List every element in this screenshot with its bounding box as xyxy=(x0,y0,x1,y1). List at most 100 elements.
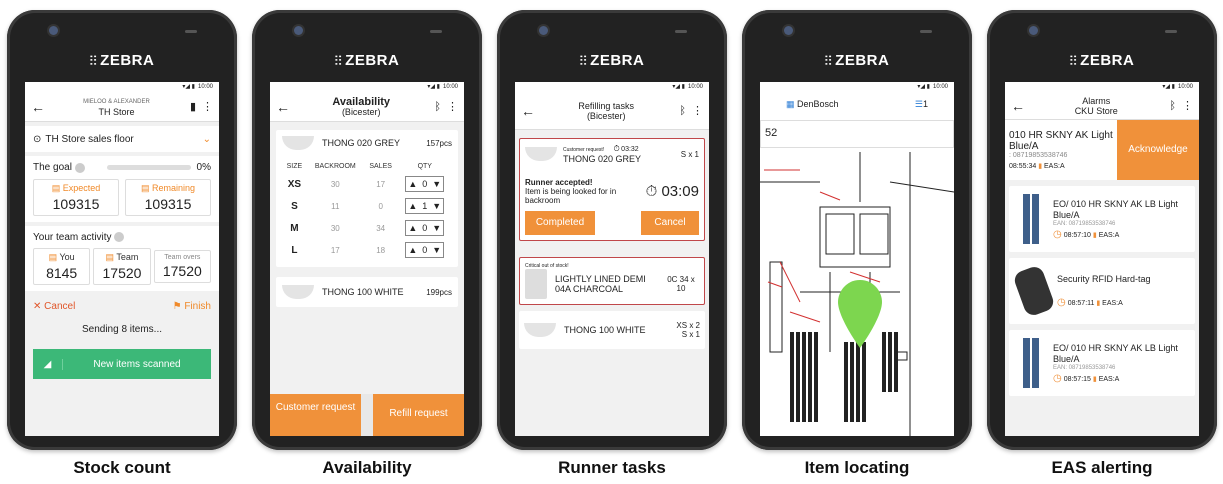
location-pin-icon: ⊙ xyxy=(33,133,42,145)
quantity-stepper[interactable]: ▲ 1 ▼ xyxy=(405,198,445,214)
column-header: QTY xyxy=(417,163,432,170)
quantity-stepper[interactable]: ▲ 0 ▼ xyxy=(405,242,445,258)
product-thumbnail xyxy=(282,136,314,150)
status-bar: ▾◢ ▮ 10:00 xyxy=(515,82,709,92)
you-stat: ▤ You 8145 xyxy=(33,248,91,285)
signal-icon: ◢ xyxy=(33,358,63,370)
sending-status: Sending 8 items... xyxy=(81,324,163,335)
camera xyxy=(1029,26,1038,35)
new-items-scanned-button[interactable]: ◢ New items scanned xyxy=(33,349,211,379)
acknowledge-button[interactable]: Acknowledge xyxy=(1117,120,1199,180)
location-selector[interactable]: ⊙ TH Store sales floor ⌄ xyxy=(25,126,219,152)
location-label: TH Store sales floor xyxy=(45,133,134,145)
quantity-stepper[interactable]: ▲ 0 ▼ xyxy=(405,220,445,236)
jeans-thumbnail xyxy=(1023,194,1039,244)
battery-icon: ▮ xyxy=(189,101,196,113)
caption-item-locating: Item locating xyxy=(804,458,910,477)
back-arrow-icon[interactable]: ← xyxy=(31,99,49,115)
customer-request-button[interactable]: Customer request xyxy=(270,394,361,436)
phone-availability: ⫶⫶ ZEBRA ▾◢ ▮ 10:00 ← Availability (Bicest… xyxy=(252,10,482,450)
completed-button[interactable]: Completed xyxy=(525,211,595,235)
task-product-name: THONG 100 WHITE xyxy=(564,325,646,335)
search-input[interactable]: 52 xyxy=(760,120,954,148)
door-icon: ▮ xyxy=(1090,231,1099,239)
product-name: THONG 100 WHITE xyxy=(322,287,404,297)
list-icon: ▤ xyxy=(140,183,150,193)
refill-request-button[interactable]: Refill request xyxy=(373,394,464,436)
alarm-tag: EAS:A xyxy=(1102,300,1123,307)
list-icon: ▤ xyxy=(48,252,58,262)
back-arrow-icon[interactable]: ← xyxy=(521,103,539,119)
product-card[interactable]: THONG 100 WHITE 199pcs xyxy=(276,277,458,307)
task-card-active[interactable]: Customer request! ⏱ 03:32 THONG 020 GREY… xyxy=(519,138,705,241)
cancel-button[interactable]: Cancel xyxy=(641,211,699,235)
zebra-logo: ⫶⫶ ZEBRA xyxy=(1069,52,1135,69)
alarm-ean: : 08719853538746 xyxy=(1009,152,1068,159)
app-bar: ← Availability (Bicester) ᛒ ⋮ xyxy=(270,92,464,122)
more-menu-icon[interactable]: ⋮ xyxy=(1182,99,1193,112)
camera xyxy=(539,26,548,35)
team-stat: ▤ Team 17520 xyxy=(93,248,151,285)
phone-stock-count: ⫶⫶ ZEBRA ▾◢ ▮ 10:00 ← MIELOO & ALEXANDER T… xyxy=(7,10,237,450)
help-icon[interactable] xyxy=(74,162,85,173)
door-icon: ▮ xyxy=(1094,300,1103,307)
task-timer: ⏱ 03:09 xyxy=(645,183,699,200)
goal-section: The goal 0% ▤ Expected 109315 ▤ Remainin… xyxy=(25,156,219,222)
page-title: Alarms CKU Store xyxy=(1074,95,1118,116)
table-row: XS 30 17 ▲ 0 ▼ xyxy=(282,173,452,195)
more-menu-icon[interactable]: ⋮ xyxy=(202,100,213,113)
back-arrow-icon[interactable]: ← xyxy=(1011,98,1029,114)
list-icon: ▤ xyxy=(51,183,61,193)
alarm-ean: EAN: 08719853538746 xyxy=(1053,220,1116,227)
screen: ▾◢ ▮ 10:00 ← MIELOO & ALEXANDER TH Store … xyxy=(25,82,219,436)
runner-status-title: Runner accepted! xyxy=(525,178,593,187)
table-row: S 11 0 ▲ 1 ▼ xyxy=(282,195,452,217)
task-product-name: LIGHTLY LINED DEMI 04A CHARCOAL xyxy=(555,274,646,294)
alarm-list-item[interactable]: Security RFID Hard-tag ◷ 08:57:11 ▮ EAS:A xyxy=(1009,258,1195,324)
goal-label: The goal xyxy=(33,162,72,173)
back-arrow-icon[interactable]: ← xyxy=(276,99,294,115)
list-icon: ▤ xyxy=(105,252,115,262)
store-selector[interactable]: ▦ DenBosch xyxy=(786,99,839,110)
bluetooth-icon[interactable]: ᛒ xyxy=(679,105,686,117)
product-thumbnail xyxy=(524,323,556,337)
alarm-list-item[interactable]: EO/ 010 HR SKNY AK LB Light Blue/A EAN: 0… xyxy=(1009,186,1195,252)
product-quantity: 157pcs xyxy=(426,138,452,148)
clock-icon: ◷ xyxy=(1057,297,1066,308)
zebra-logo: ⫶⫶ ZEBRA xyxy=(579,52,645,69)
quantity-stepper[interactable]: ▲ 0 ▼ xyxy=(405,176,445,192)
floor-plan-map[interactable] xyxy=(760,152,954,436)
bluetooth-icon[interactable]: ᛒ xyxy=(434,101,441,113)
caption-availability: Availability xyxy=(322,458,412,477)
map-toolbar: ▦ DenBosch ☰1 xyxy=(760,92,954,116)
finish-button[interactable]: ⚑ Finish xyxy=(173,301,211,312)
jeans-thumbnail xyxy=(1023,338,1039,388)
list-button[interactable]: ☰1 xyxy=(915,99,928,110)
more-menu-icon[interactable]: ⋮ xyxy=(692,104,703,117)
help-icon[interactable] xyxy=(114,232,125,243)
camera xyxy=(49,26,58,35)
table-row: L 17 18 ▲ 0 ▼ xyxy=(282,239,452,261)
alarm-card-active[interactable]: 010 HR SKNY AK Light Blue/A : 0871985353… xyxy=(1005,120,1199,180)
phone-item-locating: ⫶⫶ ZEBRA ▾◢ ▮ 10:00 ▦ DenBosch ☰1 52 xyxy=(742,10,972,450)
task-card-critical[interactable]: Critical out of stock! LIGHTLY LINED DEM… xyxy=(519,257,705,305)
product-card[interactable]: THONG 020 GREY 157pcs SIZE BACKROOM SALE… xyxy=(276,130,458,267)
remaining-stat: ▤ Remaining 109315 xyxy=(125,179,211,216)
column-header: BACKROOM xyxy=(314,163,356,170)
team-activity-label: Your team activity xyxy=(33,232,112,243)
product-quantity: 199pcs xyxy=(426,287,452,297)
more-menu-icon[interactable]: ⋮ xyxy=(447,100,458,113)
caption-runner-tasks: Runner tasks xyxy=(558,458,666,477)
caption-stock-count: Stock count xyxy=(73,458,171,477)
status-bar: ▾◢ ▮ 10:00 xyxy=(760,82,954,92)
product-name: THONG 020 GREY xyxy=(322,138,401,148)
cancel-button[interactable]: ✕ Cancel xyxy=(33,301,75,312)
camera xyxy=(784,26,793,35)
alarm-time: 08:57:10 xyxy=(1063,231,1091,239)
alarm-list-item[interactable]: EO/ 010 HR SKNY AK LB Light Blue/A EAN: 0… xyxy=(1009,330,1195,396)
alarm-list: EO/ 010 HR SKNY AK LB Light Blue/A EAN: 0… xyxy=(1005,186,1199,396)
task-card[interactable]: THONG 100 WHITE XS x 2 S x 1 xyxy=(519,311,705,349)
bluetooth-icon[interactable]: ᛒ xyxy=(1169,100,1176,112)
stage: ⫶⫶ ZEBRA ▾◢ ▮ 10:00 ← MIELOO & ALEXANDER T… xyxy=(0,0,1223,484)
store-name: TH Store xyxy=(98,106,135,117)
